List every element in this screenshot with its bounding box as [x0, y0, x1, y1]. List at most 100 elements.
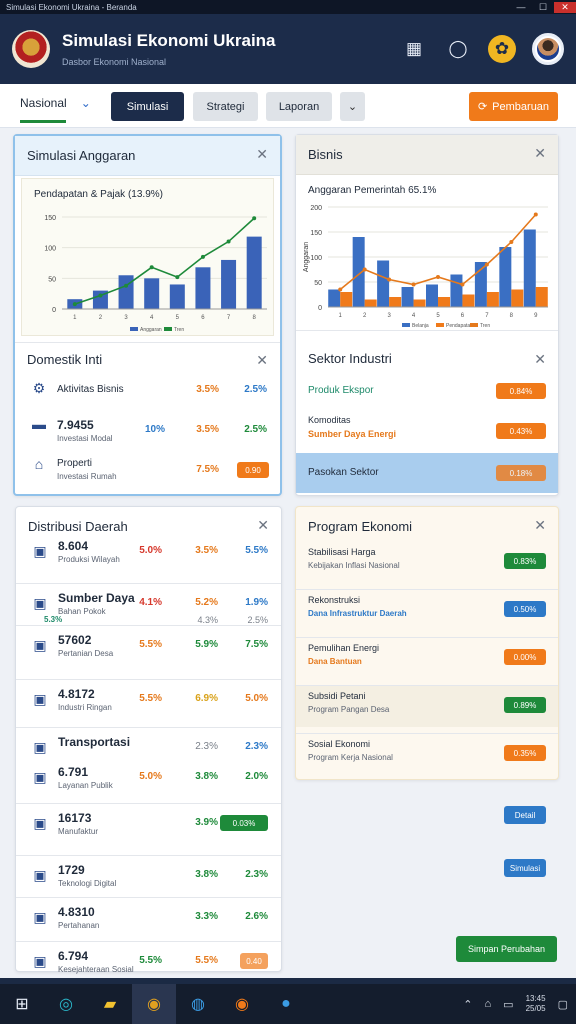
- domestic-title: Domestik Inti: [27, 352, 103, 367]
- row-value: 2.0%: [245, 771, 268, 782]
- table-row[interactable]: ▣ 16173 Manufaktur 3.9% 0.03%: [16, 809, 281, 841]
- table-row[interactable]: ▣ 8.604 Produksi Wilayah 5.0% 3.5% 5.5%: [16, 537, 281, 569]
- x-tick-label: 8: [510, 313, 514, 319]
- detail-button[interactable]: Detail: [504, 806, 546, 824]
- row-divider: [296, 685, 558, 686]
- list-item[interactable]: Produk Ekspor 0.84%: [296, 379, 558, 407]
- row-badge[interactable]: 0.90: [237, 462, 269, 478]
- strategy-button[interactable]: Strategi: [193, 92, 258, 121]
- legend-label: Belanja: [412, 323, 429, 329]
- more-dropdown-button[interactable]: ⌄: [340, 92, 365, 121]
- list-item[interactable]: ▬ 7.9455 Investasi Modal 10% 3.5% 2.5%: [15, 416, 280, 452]
- list-item[interactable]: Rekonstruksi Dana Infrastruktur Daerah 0.5…: [296, 589, 558, 631]
- row-sub: Dana Infrastruktur Daerah: [308, 609, 407, 618]
- list-item[interactable]: Pemulihan Energi Dana Bantuan 0.00%: [296, 637, 558, 679]
- app-title: Simulasi Ekonomi Ukraina: [62, 31, 276, 50]
- flag-icon: ▣: [33, 953, 47, 969]
- update-button[interactable]: ⟳ Pembaruan: [469, 92, 558, 121]
- y-tick-label: 50: [314, 280, 322, 287]
- list-item[interactable]: Stabilisasi Harga Kebijakan Inflasi Nasio…: [296, 541, 558, 583]
- table-row[interactable]: ▣ 1729 Teknologi Digital 3.8% 2.3%: [16, 861, 281, 893]
- row-badge[interactable]: 0.43%: [496, 423, 546, 439]
- network-icon[interactable]: ⌂: [485, 998, 492, 1010]
- row-label: 6.794: [58, 949, 89, 963]
- table-row[interactable]: ▣ 4.8172 Industri Ringan 5.5% 6.9% 5.0%: [16, 685, 281, 717]
- legend-swatch: [130, 327, 138, 331]
- chart-bar: [364, 299, 377, 307]
- maximize-icon[interactable]: ☐: [532, 2, 554, 13]
- row-value: 5.2%: [195, 597, 218, 608]
- table-row[interactable]: ▣ 57602 Pertanian Desa 5.5% 5.9% 7.5%: [16, 631, 281, 663]
- distribution-title: Distribusi Daerah: [28, 519, 128, 534]
- row-divider: [296, 589, 558, 590]
- list-item[interactable]: ⌂ Properti Investasi Rumah 7.5% 0.90: [15, 456, 280, 492]
- region-select[interactable]: Nasional ⌄: [20, 96, 91, 110]
- close-icon[interactable]: ✕: [534, 145, 546, 162]
- close-window-icon[interactable]: ✕: [554, 1, 576, 13]
- row-badge[interactable]: 0.18%: [496, 465, 546, 481]
- list-item[interactable]: Subsidi Petani Program Pangan Desa 0.89%: [296, 685, 558, 727]
- list-item[interactable]: Pasokan Sektor 0.18%: [296, 453, 558, 493]
- row-sub: Investasi Rumah: [57, 472, 117, 481]
- edge-icon[interactable]: ◎: [44, 984, 88, 1024]
- chevron-up-icon[interactable]: ⌃: [463, 998, 472, 1011]
- globe-icon[interactable]: ◯: [444, 35, 472, 63]
- house-icon: ⌂: [34, 456, 44, 472]
- distribution-card: Distribusi Daerah ✕ ▣ 8.604 Produksi Wilay…: [15, 506, 282, 974]
- table-row[interactable]: ▣ Transportasi 2.3% 2.3%: [16, 733, 281, 765]
- table-row[interactable]: ▣ Sumber Daya Bahan Pokok 4.1% 5.2% 1.9% 5.3% 4…: [16, 589, 281, 625]
- y-tick-label: 0: [318, 305, 322, 312]
- chart-bar: [169, 284, 185, 309]
- row-badge[interactable]: 0.00%: [504, 649, 546, 665]
- list-item[interactable]: Sosial Ekonomi Program Kerja Nasional 0.35…: [296, 733, 558, 775]
- simulation-button[interactable]: Simulasi: [111, 92, 184, 121]
- chrome-icon[interactable]: ◉: [132, 984, 176, 1024]
- y-tick-label: 150: [44, 215, 56, 222]
- row-badge[interactable]: 0.50%: [504, 601, 546, 617]
- list-item[interactable]: Komoditas Sumber Daya Energi 0.43%: [296, 413, 558, 447]
- table-row[interactable]: ▣ 4.8310 Pertahanan 3.3% 2.6%: [16, 903, 281, 935]
- table-row[interactable]: ▣ 6.791 Layanan Publik 5.0% 3.8% 2.0%: [16, 763, 281, 795]
- app-icon[interactable]: ●: [264, 984, 308, 1024]
- start-icon[interactable]: ⊞: [0, 984, 44, 1024]
- row-value: 2.3%: [245, 869, 268, 880]
- row-badge[interactable]: 0.40: [240, 953, 268, 969]
- notification-icon[interactable]: ▢: [558, 998, 568, 1011]
- row-badge[interactable]: 0.35%: [504, 745, 546, 761]
- display-icon[interactable]: ▭: [503, 998, 513, 1011]
- table-row[interactable]: ▣ 6.794 Kesejahteraan Sosial 5.5% 5.5% 0.40: [16, 947, 281, 979]
- chart-title-text: Pendapatan & Pajak (13.9%): [34, 189, 163, 200]
- row-badge[interactable]: 0.03%: [220, 815, 268, 831]
- close-icon[interactable]: ✕: [534, 517, 546, 534]
- close-icon[interactable]: ✕: [256, 352, 268, 369]
- sunflower-icon[interactable]: ✿: [488, 35, 516, 63]
- app-header: Simulasi Ekonomi Ukraina Dasbor Ekonomi …: [0, 14, 576, 84]
- close-icon[interactable]: ✕: [256, 146, 268, 163]
- simulate-button[interactable]: Simulasi: [504, 859, 546, 877]
- chart-bar: [413, 299, 426, 307]
- clock[interactable]: 13:45 25/05: [526, 994, 546, 1014]
- list-item[interactable]: ⚙ Aktivitas Bisnis 3.5% 2.5%: [15, 380, 280, 410]
- legend-swatch: [164, 327, 172, 331]
- report-button[interactable]: Laporan: [266, 92, 332, 121]
- chart-bar: [377, 260, 390, 307]
- y-tick-label: 100: [44, 246, 56, 253]
- save-changes-button[interactable]: Simpan Perubahan: [456, 936, 557, 962]
- avatar[interactable]: [532, 33, 564, 65]
- row-badge[interactable]: 0.84%: [496, 383, 546, 399]
- close-icon[interactable]: ✕: [257, 517, 269, 534]
- minimize-icon[interactable]: —: [510, 2, 532, 13]
- row-value: 5.9%: [195, 639, 218, 650]
- store-icon[interactable]: ◍: [176, 984, 220, 1024]
- folder-icon[interactable]: ▰: [88, 984, 132, 1024]
- calculator-icon[interactable]: ▦: [400, 35, 428, 63]
- row-sub: Program Kerja Nasional: [308, 753, 393, 762]
- coat-of-arms-logo: [12, 30, 50, 68]
- close-icon[interactable]: ✕: [534, 351, 546, 368]
- camera-icon[interactable]: ◉: [220, 984, 264, 1024]
- shield-icon: ▣: [33, 909, 47, 925]
- row-badge[interactable]: 0.89%: [504, 697, 546, 713]
- x-tick-label: 8: [253, 315, 257, 321]
- row-badge[interactable]: 0.83%: [504, 553, 546, 569]
- active-tab-indicator: [20, 120, 66, 123]
